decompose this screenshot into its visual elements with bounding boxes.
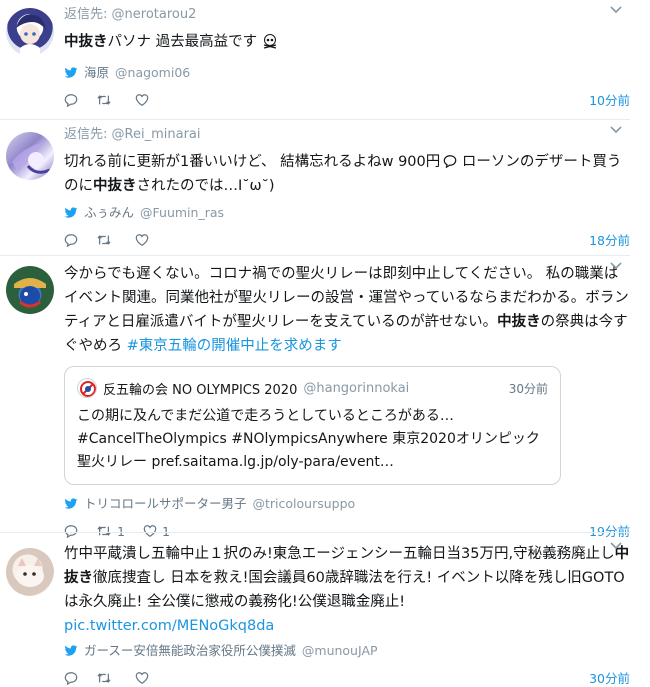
tweet-text: 竹中平蔵潰し五輪中止１択のみ!東急エージェンシー五輪日当35万円,守秘義務廃止し… [64, 542, 630, 614]
via-name: ふぅみん [84, 205, 135, 220]
quoted-text: この期に及んでまだ公道で走ろうとしているところがある…#CancelTheOly… [77, 408, 540, 470]
twitter-bird-icon [64, 67, 78, 79]
tweet-text-body: 切れる前に更新が1番いいけど、 結構忘れるよねw 900円 [64, 154, 441, 170]
via-user[interactable]: 海原 @nagomi06 [64, 64, 630, 82]
retweet-button[interactable] [96, 233, 117, 247]
keyword: 中抜き [497, 314, 541, 330]
divider [0, 119, 630, 120]
like-button[interactable] [135, 671, 154, 685]
via-name: ガースー安倍無能政治家役所公僕撲滅 [84, 643, 296, 658]
quoted-timestamp[interactable]: 30分前 [509, 380, 548, 397]
twitter-bird-icon [64, 645, 78, 657]
via-name: 海原 [84, 65, 110, 80]
speech-bubble-icon [443, 154, 457, 168]
tweet-actions: 18分前 [64, 230, 630, 250]
quoted-handle: @hangorinnokai [303, 380, 410, 396]
reply-handle[interactable]: @Rei_minarai [112, 127, 201, 142]
quoted-tweet-header: 反五輪の会 NO OLYMPICS 2020 @hangorinnokai 30… [77, 377, 548, 399]
skull-emoji-icon [262, 33, 278, 49]
via-user[interactable]: トリコロールサポーター男子 @tricoloursuppo [64, 495, 630, 513]
retweet-count: 1 [117, 523, 125, 539]
like-button[interactable] [135, 93, 154, 107]
via-user[interactable]: ふぅみん @Fuumin_ras [64, 204, 630, 222]
reply-button[interactable] [64, 524, 78, 538]
quoted-name: 反五輪の会 NO OLYMPICS 2020 [103, 382, 298, 398]
chevron-down-icon[interactable] [610, 262, 626, 278]
like-icon [135, 672, 149, 684]
reply-icon [64, 234, 78, 247]
like-button[interactable] [135, 233, 154, 247]
reply-prefix: 返信先: [64, 7, 108, 22]
tweet-text: 切れる前に更新が1番いいけど、 結構忘れるよねw 900円 ローソンのデザート買… [64, 150, 630, 198]
keyword: 中抜き [93, 178, 137, 194]
twitter-bird-icon [64, 498, 78, 510]
tweet-2[interactable]: 返信先: @Rei_minarai 切れる前に更新が1番いいけど、 結構忘れるよ… [0, 126, 640, 250]
chevron-down-icon[interactable] [610, 6, 626, 22]
reply-icon [64, 94, 78, 107]
reply-icon [64, 525, 78, 538]
avatar[interactable] [6, 132, 54, 180]
tweet-3[interactable]: 今からでも遅くない。コロナ禍での聖火リレーは即刻中止してください。 私の職業はイ… [0, 262, 640, 539]
retweet-icon [97, 673, 111, 683]
tweet-text-body: 徹底捜査し 日本を救え!国会議員60歳辞職法を行え! イベント以降を残し旧GOT… [64, 570, 625, 610]
quoted-tweet[interactable]: 反五輪の会 NO OLYMPICS 2020 @hangorinnokai 30… [64, 366, 561, 485]
divider [0, 532, 630, 533]
via-handle: @Fuumin_ras [140, 205, 224, 220]
tweet-text-body: されたのでは…I˘ω˘) [136, 178, 275, 194]
tweet-actions: 1 1 19分前 [64, 521, 630, 541]
tweet-text: 今からでも遅くない。コロナ禍での聖火リレーは即刻中止してください。 私の職業はイ… [64, 262, 630, 358]
via-handle: @nagomi06 [115, 65, 191, 80]
reply-prefix: 返信先: [64, 127, 108, 142]
timestamp[interactable]: 18分前 [589, 230, 630, 249]
like-button[interactable]: 1 [143, 524, 170, 539]
tweet-actions: 10分前 [64, 90, 630, 110]
chevron-down-icon[interactable] [610, 126, 626, 142]
retweet-button[interactable]: 1 [96, 524, 125, 539]
retweet-icon [97, 526, 111, 536]
via-handle: @tricoloursuppo [252, 496, 356, 511]
divider [0, 255, 630, 256]
reply-icon [64, 672, 78, 685]
timestamp[interactable]: 30分前 [589, 668, 630, 687]
timestamp[interactable]: 10分前 [589, 90, 630, 109]
tweet-1[interactable]: 返信先: @nerotarou2 中抜きパソナ 過去最高益です 海原 @nago… [0, 6, 640, 114]
tweet-text: pic.twitter.com/MENoGkq8da [64, 614, 630, 638]
tweet-text-body: 竹中平蔵潰し五輪中止１択のみ!東急エージェンシー五輪日当35万円,守秘義務廃止し [64, 546, 615, 562]
chevron-down-icon[interactable] [610, 542, 626, 558]
notification-feed: 返信先: @nerotarou2 中抜きパソナ 過去最高益です 海原 @nago… [0, 0, 650, 687]
via-name: トリコロールサポーター男子 [84, 496, 247, 511]
like-icon [135, 94, 149, 106]
tweet-actions: 30分前 [64, 668, 630, 687]
via-handle: @munouJAP [301, 643, 378, 658]
reply-to: 返信先: @Rei_minarai [64, 126, 630, 144]
avatar[interactable] [6, 548, 54, 596]
tweet-text: 中抜きパソナ 過去最高益です [64, 30, 630, 54]
retweet-button[interactable] [96, 671, 117, 685]
reply-button[interactable] [64, 671, 78, 685]
retweet-icon [97, 235, 111, 245]
like-count: 1 [161, 523, 170, 539]
twitter-bird-icon [64, 207, 78, 219]
retweet-icon [97, 95, 111, 105]
hashtag-link[interactable]: #東京五輪の開催中止を求めます [127, 338, 342, 354]
retweet-button[interactable] [96, 93, 117, 107]
media-link[interactable]: pic.twitter.com/MENoGkq8da [64, 618, 274, 634]
reply-handle[interactable]: @nerotarou2 [112, 7, 197, 22]
tweet-4[interactable]: 竹中平蔵潰し五輪中止１択のみ!東急エージェンシー五輪日当35万円,守秘義務廃止し… [0, 542, 640, 686]
via-user[interactable]: ガースー安倍無能政治家役所公僕撲滅 @munouJAP [64, 642, 630, 660]
quoted-avatar[interactable] [77, 378, 97, 398]
like-icon [143, 525, 157, 537]
keyword: 中抜き [64, 34, 108, 50]
reply-button[interactable] [64, 233, 78, 247]
avatar[interactable] [6, 8, 54, 56]
avatar[interactable] [6, 266, 54, 314]
reply-button[interactable] [64, 93, 78, 107]
reply-to: 返信先: @nerotarou2 [64, 6, 630, 24]
tweet-text-body: パソナ 過去最高益です [107, 34, 258, 50]
timestamp[interactable]: 19分前 [589, 521, 630, 540]
like-icon [135, 234, 149, 246]
